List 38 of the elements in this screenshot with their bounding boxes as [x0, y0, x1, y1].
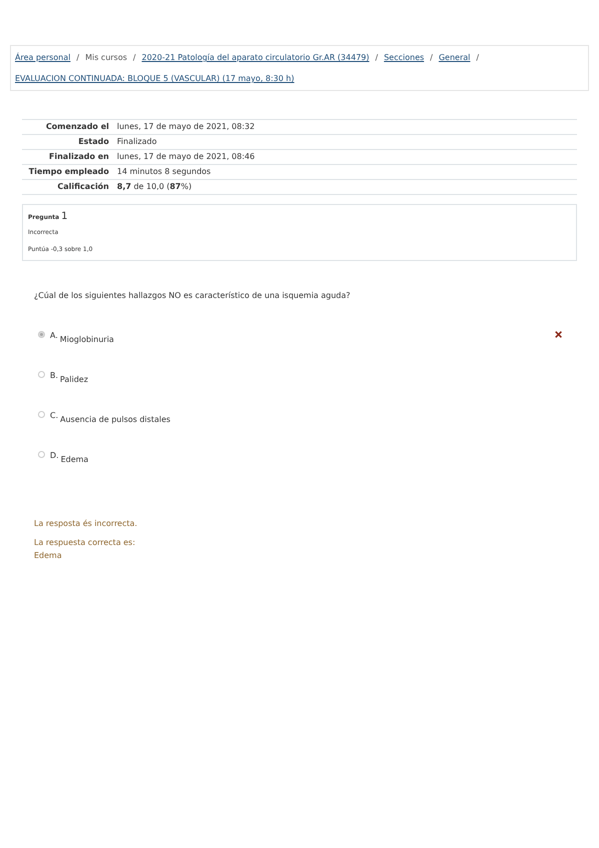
summary-label: Calificación [56, 181, 109, 193]
correct-answer: Edema [34, 550, 62, 562]
option-letter: D. [50, 450, 59, 462]
breadcrumb-separator: / [133, 52, 136, 64]
breadcrumb-link[interactable]: General [438, 47, 470, 68]
breadcrumb-separator: / [476, 52, 479, 64]
breadcrumb-separator: / [430, 52, 433, 64]
breadcrumb-link[interactable]: EVALUACION CONTINUADA: BLOQUE 5 (VASCULAR) (17 mayo, 8:30 h) [15, 68, 294, 89]
feedback-text: La resposta és incorrecta. [34, 518, 138, 530]
summary-label: Tiempo empleado [28, 166, 109, 178]
option-text: Palidez [60, 374, 88, 386]
breadcrumb-link[interactable]: 2020-21 Patología del aparato circulatorio Gr.AR (34479) [142, 47, 370, 68]
radio-button[interactable] [38, 451, 45, 458]
summary-label: Estado [77, 136, 109, 148]
breadcrumb-link[interactable]: Secciones [384, 47, 424, 68]
summary-value: 8,7 de 10,0 (87%) [117, 181, 192, 193]
option-text: Edema [60, 454, 88, 466]
breadcrumb-item: Mis cursos [85, 52, 128, 64]
option-letter: C. [50, 410, 58, 422]
breadcrumb-separator: / [375, 52, 378, 64]
summary-label: Comenzado el [44, 121, 109, 133]
summary-value: lunes, 17 de mayo de 2021, 08:32 [117, 121, 255, 133]
option-text: Mioglobinuria [60, 334, 114, 346]
breadcrumb-separator: / [76, 52, 80, 64]
option-text: Ausencia de pulsos distales [60, 414, 170, 426]
option-letter: A. [50, 330, 58, 342]
radio-button[interactable] [38, 331, 45, 338]
correct-answer-label: La respuesta correcta es: [34, 537, 136, 549]
question-number: 1 [61, 210, 68, 224]
option-letter: B. [50, 370, 58, 382]
breadcrumb-link[interactable]: Área personal [15, 47, 70, 68]
question-text: ¿Cúal de los siguientes hallazgos NO es característico de una isquemia aguda? [34, 290, 352, 302]
summary-label: Finalizado en [48, 151, 109, 163]
radio-button[interactable] [38, 371, 45, 378]
summary-value: Finalizado [117, 136, 157, 148]
radio-button[interactable] [38, 411, 45, 418]
summary-value: lunes, 17 de mayo de 2021, 08:46 [117, 151, 255, 163]
summary-value: 14 minutos 8 segundos [117, 166, 211, 178]
